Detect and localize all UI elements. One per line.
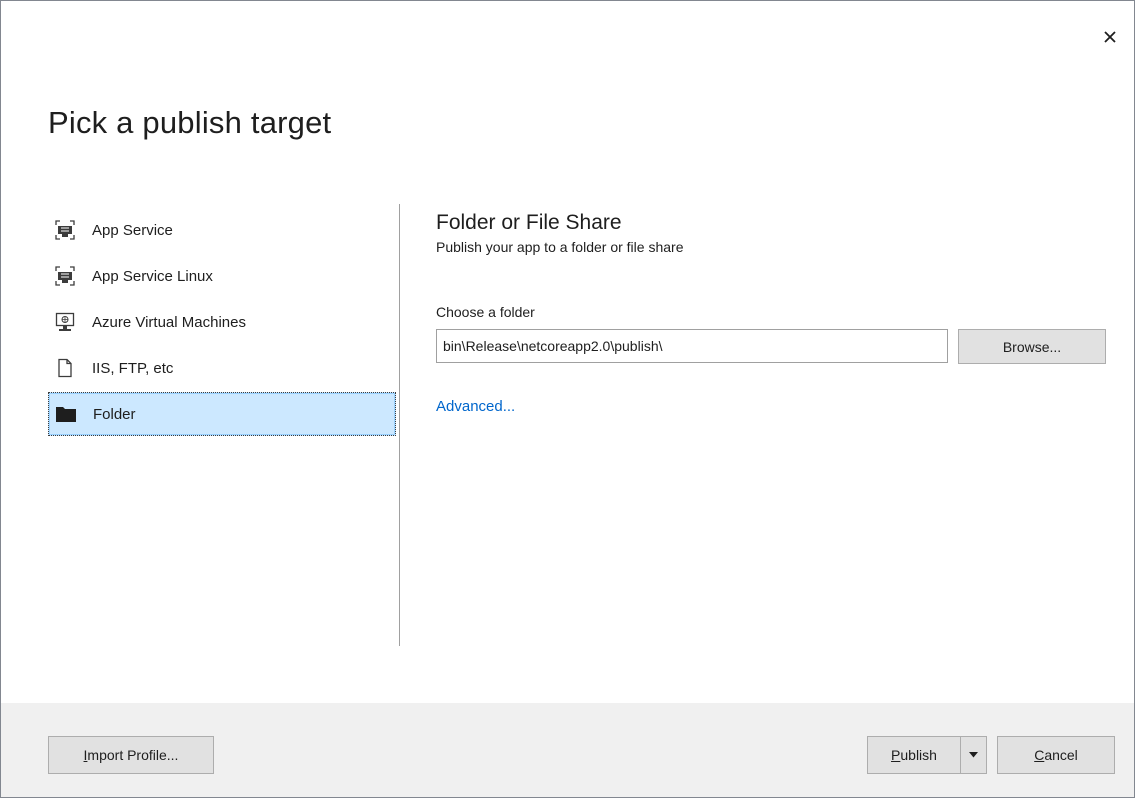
caret-down-icon: [969, 752, 978, 758]
import-profile-button[interactable]: Import Profile...: [48, 736, 214, 774]
folder-field-label: Choose a folder: [436, 304, 535, 320]
target-item-azure-vm[interactable]: Azure Virtual Machines: [48, 299, 396, 345]
target-item-app-service[interactable]: App Service: [48, 207, 396, 253]
target-label: Folder: [93, 405, 136, 423]
target-label: Azure Virtual Machines: [92, 313, 246, 331]
cancel-mnemonic: C: [1034, 747, 1045, 763]
target-detail-panel: Folder or File Share Publish your app to…: [436, 211, 1106, 415]
publish-button[interactable]: Publish: [867, 736, 987, 774]
publish-dropdown-toggle[interactable]: [960, 737, 986, 773]
panel-divider: [399, 204, 400, 646]
target-label: App Service: [92, 221, 173, 239]
cancel-label: ancel: [1044, 747, 1078, 763]
advanced-link[interactable]: Advanced...: [436, 398, 515, 415]
document-icon: [54, 357, 76, 379]
detail-heading: Folder or File Share: [436, 211, 622, 234]
virtual-machine-icon: [54, 311, 76, 333]
publish-target-list: App Service App Service Linux Azure Virt…: [48, 207, 396, 436]
publish-dialog: Pick a publish target App Service App Se…: [0, 0, 1135, 798]
target-item-iis-ftp[interactable]: IIS, FTP, etc: [48, 345, 396, 391]
close-icon: [1104, 31, 1116, 43]
app-service-icon: [54, 219, 76, 241]
publish-label: ublish: [900, 747, 937, 763]
cancel-button[interactable]: Cancel: [997, 736, 1115, 774]
dialog-footer: Import Profile... Publish Cancel: [1, 703, 1134, 797]
import-label: mport Profile...: [87, 747, 179, 763]
app-service-linux-icon: [54, 265, 76, 287]
target-label: IIS, FTP, etc: [92, 359, 174, 377]
close-button[interactable]: [1100, 27, 1120, 47]
target-label: App Service Linux: [92, 267, 213, 285]
target-item-folder[interactable]: Folder: [48, 392, 396, 436]
publish-mnemonic: P: [891, 747, 901, 763]
folder-path-input[interactable]: [436, 329, 948, 363]
browse-button[interactable]: Browse...: [958, 329, 1106, 364]
folder-icon: [55, 403, 77, 425]
detail-subheading: Publish your app to a folder or file sha…: [436, 239, 684, 255]
page-title: Pick a publish target: [48, 105, 332, 140]
target-item-app-service-linux[interactable]: App Service Linux: [48, 253, 396, 299]
